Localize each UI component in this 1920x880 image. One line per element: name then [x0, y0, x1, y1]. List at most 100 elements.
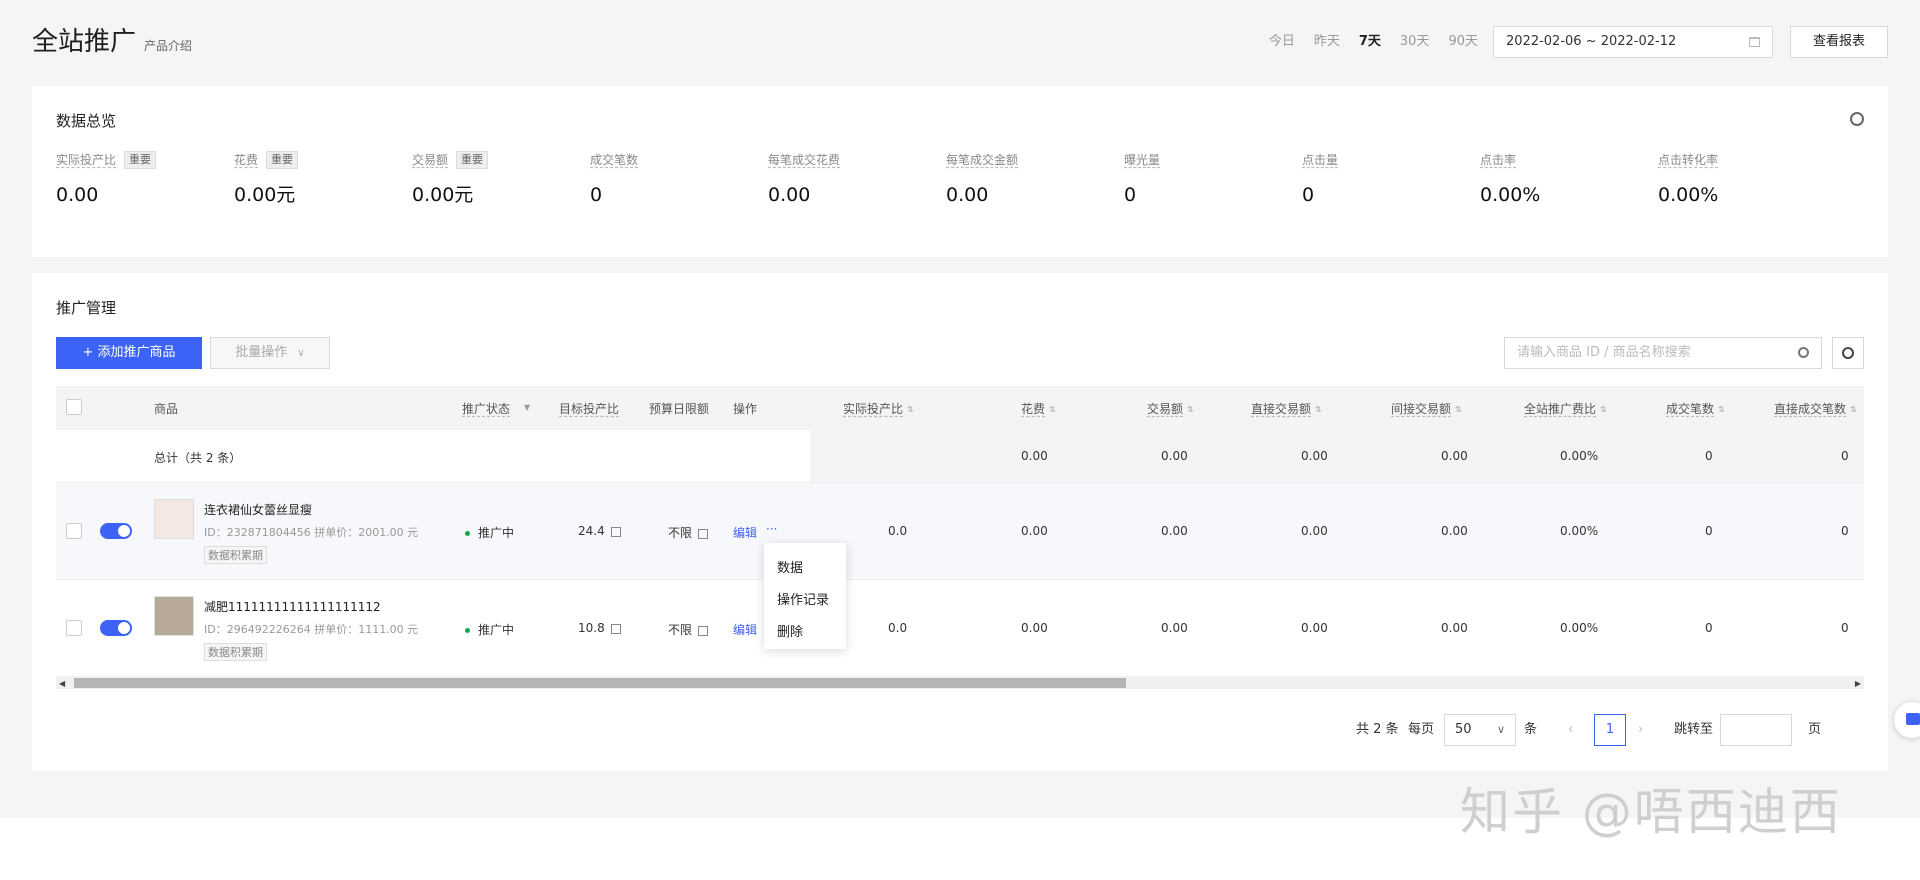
date-range-picker[interactable]: 2022-02-06 ~ 2022-02-12 [1493, 26, 1773, 58]
metric-value: 0 [590, 184, 603, 206]
status-dot [465, 531, 470, 536]
gear-icon [1842, 347, 1854, 359]
col-indirect-gmv[interactable]: 间接交易额 ⇅ [1391, 400, 1462, 417]
target-roi-cell[interactable]: 10.8 [578, 621, 621, 635]
col-cost-ratio[interactable]: 全站推广费比 ⇅ [1524, 400, 1607, 417]
range-tab-7days[interactable]: 7天 [1359, 32, 1381, 52]
col-direct-orders[interactable]: 直接成交笔数 ⇅ [1774, 400, 1857, 417]
search-icon[interactable] [1798, 347, 1809, 358]
direct-orders-value: 0 [1841, 621, 1849, 635]
actual-roi-value: 0.0 [888, 524, 908, 538]
metric-value: 0.00 [56, 184, 99, 206]
target-roi-cell[interactable]: 24.4 [578, 524, 621, 538]
budget-cell[interactable]: 不限 [668, 621, 709, 638]
metric-cost: 花费 重要 0.00元 [234, 150, 412, 208]
batch-action-button[interactable]: 批量操作 ∨ [210, 337, 330, 369]
filter-icon[interactable]: ▾ [524, 400, 530, 414]
table-row: 减肥11111111111111111112 ID：296492226264 拼… [56, 580, 1864, 666]
col-cost[interactable]: 花费 ⇅ [1021, 400, 1056, 417]
pagination: 共 2 条 每页 50 ∨ 条 ‹ 1 › 跳转至 页 [1356, 714, 1856, 746]
metric-label: 每笔成交花费 [768, 153, 841, 167]
promotion-toggle[interactable] [100, 620, 132, 636]
product-intro-link[interactable]: 产品介绍 [144, 36, 192, 56]
direct-orders-value: 0 [1841, 524, 1849, 538]
prev-page-icon[interactable]: ‹ [1568, 714, 1573, 746]
budget-cell[interactable]: 不限 [668, 524, 709, 541]
sort-icon: ⇅ [1850, 404, 1857, 414]
search-placeholder: 请输入商品 ID / 商品名称搜索 [1517, 345, 1691, 360]
scrollbar-thumb[interactable] [74, 678, 1126, 688]
next-page-icon[interactable]: › [1638, 714, 1643, 746]
horizontal-scrollbar[interactable]: ◀ ▶ [56, 676, 1864, 689]
orders-value: 0 [1705, 524, 1713, 538]
edit-icon [698, 625, 709, 636]
add-product-button[interactable]: + 添加推广商品 [56, 337, 202, 369]
col-actual-roi-label: 实际投产比 [843, 402, 904, 416]
menu-item-data[interactable]: 数据 [764, 553, 846, 585]
jump-page-input[interactable] [1720, 714, 1792, 746]
col-orders[interactable]: 成交笔数 ⇅ [1666, 400, 1725, 417]
important-tag: 重要 [124, 151, 157, 169]
range-tab-90days[interactable]: 90天 [1448, 32, 1478, 52]
metric-value: 0.00 [946, 184, 989, 206]
menu-item-delete[interactable]: 删除 [764, 617, 846, 649]
select-all-checkbox[interactable] [66, 399, 82, 415]
menu-item-operation-log[interactable]: 操作记录 [764, 585, 846, 617]
range-tab-today[interactable]: 今日 [1269, 32, 1295, 52]
actual-roi-value: 0.0 [888, 621, 908, 635]
gmv-value: 0.00 [1161, 621, 1188, 635]
col-cost-ratio-label: 全站推广费比 [1524, 402, 1597, 416]
metric-value: 0.00元 [412, 184, 474, 206]
page-size-select[interactable]: 50 ∨ [1444, 714, 1516, 746]
current-page[interactable]: 1 [1594, 714, 1626, 746]
metric-label: 曝光量 [1124, 153, 1161, 167]
row-checkbox[interactable] [66, 523, 82, 539]
metric-ctr: 点击率 0.00% [1480, 150, 1658, 208]
batch-action-label: 批量操作 [235, 345, 288, 360]
metric-actual-roi: 实际投产比 重要 0.00 [56, 150, 234, 208]
row-checkbox[interactable] [66, 620, 82, 636]
col-gmv[interactable]: 交易额 ⇅ [1147, 400, 1194, 417]
gear-icon[interactable] [1850, 112, 1864, 126]
col-direct-gmv[interactable]: 直接交易额 ⇅ [1251, 400, 1322, 417]
edit-icon [698, 528, 709, 539]
target-roi-value: 10.8 [578, 621, 605, 635]
col-actual-roi[interactable]: 实际投产比 ⇅ [843, 400, 914, 417]
page-header: 全站推广 产品介绍 今日 昨天 7天 30天 90天 2022-02-06 ~ … [32, 24, 1888, 60]
total-label: 总计（共 2 条） [154, 451, 242, 465]
cost-value: 0.00 [1021, 524, 1048, 538]
status-dot [465, 628, 470, 633]
metric-label: 交易额 [412, 153, 449, 167]
range-tab-30days[interactable]: 30天 [1400, 32, 1430, 52]
product-search-input[interactable]: 请输入商品 ID / 商品名称搜索 [1504, 337, 1822, 369]
total-orders: 0 [1705, 449, 1713, 463]
product-id-price: ID：296492226264 拼单价：1111.00 元 [204, 623, 419, 636]
column-settings-button[interactable] [1832, 337, 1864, 369]
scroll-right-icon[interactable]: ▶ [1855, 679, 1861, 688]
edit-link[interactable]: 编辑 [733, 524, 757, 541]
view-report-button[interactable]: 查看报表 [1790, 26, 1888, 58]
metric-label: 花费 [234, 153, 259, 167]
metric-label: 点击量 [1302, 153, 1339, 167]
edit-link[interactable]: 编辑 [733, 621, 757, 638]
col-orders-label: 成交笔数 [1666, 402, 1715, 416]
range-tab-yesterday[interactable]: 昨天 [1314, 32, 1340, 52]
overview-title: 数据总览 [56, 112, 117, 130]
orders-value: 0 [1705, 621, 1713, 635]
edit-icon [610, 623, 621, 634]
scroll-left-icon[interactable]: ◀ [59, 679, 65, 688]
more-actions-icon[interactable]: ··· [766, 522, 777, 536]
product-name[interactable]: 连衣裙仙女蕾丝显瘦 [204, 501, 312, 518]
calendar-icon [1749, 37, 1760, 47]
metric-value: 0.00% [1658, 184, 1719, 206]
chat-icon[interactable] [1894, 702, 1920, 738]
product-name[interactable]: 减肥11111111111111111112 [204, 598, 381, 615]
page-size-value: 50 [1455, 722, 1472, 737]
col-direct-gmv-label: 直接交易额 [1251, 402, 1312, 416]
jump-label: 跳转至 [1674, 722, 1714, 737]
metric-orders: 成交笔数 0 [590, 150, 768, 208]
page-title: 全站推广 [32, 27, 137, 57]
promotion-toggle[interactable] [100, 523, 132, 539]
more-actions-menu: 数据 操作记录 删除 [764, 543, 846, 649]
total-indirect-gmv: 0.00 [1441, 449, 1468, 463]
